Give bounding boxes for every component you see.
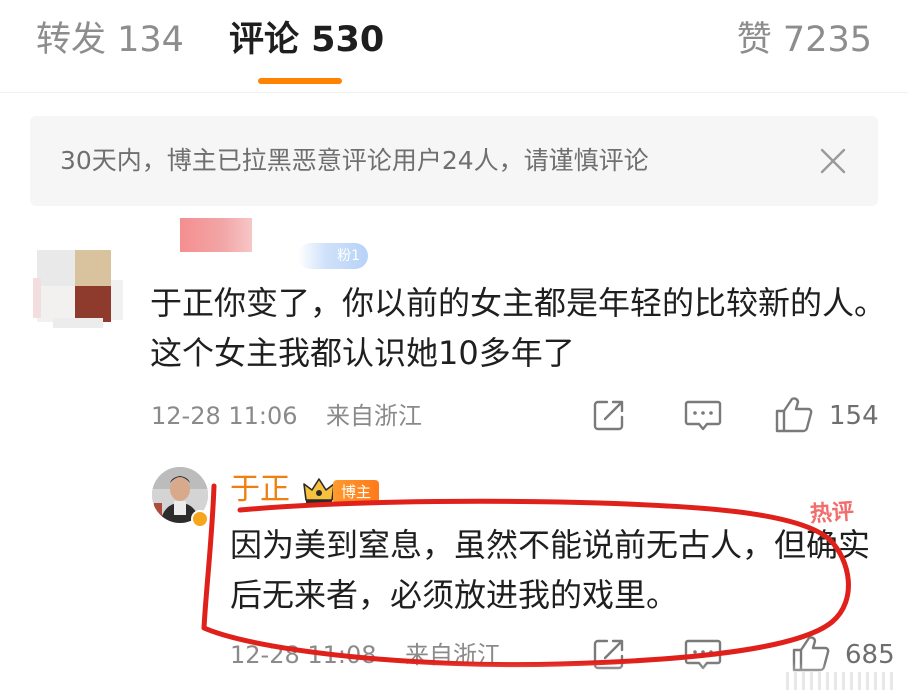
tab-likes[interactable]: 赞 7235 (737, 18, 872, 62)
crown-icon (302, 476, 336, 506)
fan-badge: 粉1 (298, 243, 368, 269)
avatar[interactable] (33, 250, 123, 328)
mosaic-username (180, 218, 252, 252)
comment-time: 12-28 11:06 (151, 402, 298, 430)
comment-text: 于正你变了，你以前的女主都是年轻的比较新的人。这个女主我都认识她10多年了 (150, 284, 887, 372)
comment-source: 来自浙江 (326, 402, 422, 430)
like-icon[interactable] (773, 395, 815, 435)
active-tab-indicator (258, 78, 342, 84)
tab-comments[interactable]: 评论 530 (229, 18, 384, 62)
close-icon[interactable] (816, 144, 850, 178)
notice-banner: 30天内，博主已拉黑恶意评论用户24人，请谨慎评论 (30, 116, 878, 206)
verified-icon (191, 510, 209, 528)
comment-icon[interactable] (683, 397, 723, 435)
reply-username[interactable]: 于正 (230, 472, 290, 508)
watermark (786, 672, 896, 690)
tabs-divider (0, 92, 908, 93)
blogger-badge: 博主 (333, 480, 380, 504)
like-count: 154 (829, 401, 879, 431)
bottom-fade (0, 662, 908, 695)
notice-text: 30天内，博主已拉黑恶意评论用户24人，请谨慎评论 (60, 146, 649, 175)
tab-repost[interactable]: 转发 134 (36, 18, 184, 62)
share-icon[interactable] (591, 397, 627, 433)
reply-text: 因为美到窒息，虽然不能说前无古人，但确实后无来者，必须放进我的戏里。 (230, 526, 871, 614)
tab-bar: 转发 134 评论 530 赞 7235 (0, 0, 908, 92)
